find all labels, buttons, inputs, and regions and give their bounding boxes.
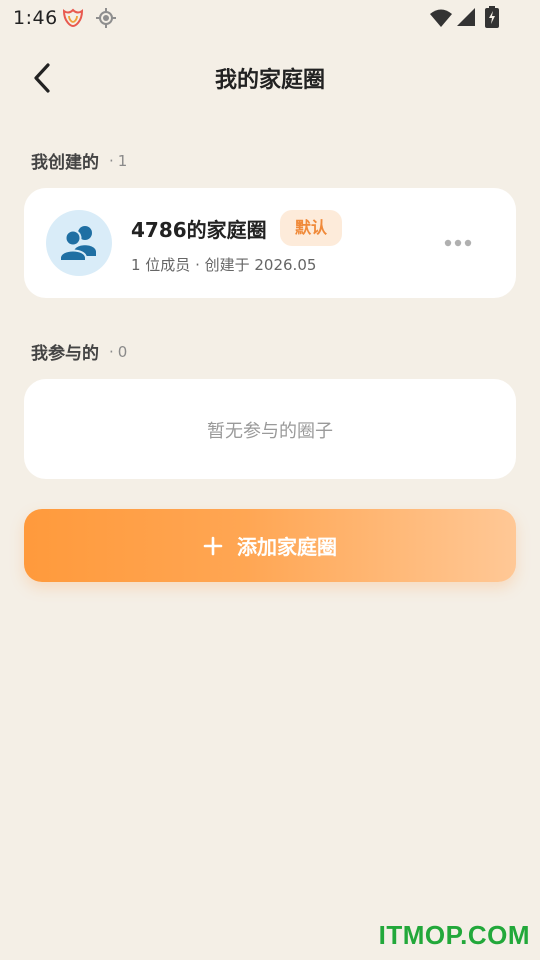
battery-icon <box>485 6 499 28</box>
joined-section-label: 我参与的 <box>31 344 99 364</box>
created-section-label: 我创建的 <box>31 153 99 173</box>
add-button-label: 添加家庭圈 <box>237 535 337 559</box>
joined-count-value: 0 <box>117 343 128 361</box>
app-notification-icon <box>61 8 85 28</box>
created-count-value: 1 <box>117 152 128 170</box>
empty-state-text: 暂无参与的圈子 <box>207 421 333 442</box>
created-section-header: 我创建的 · 1 <box>31 148 127 173</box>
status-bar: 1:46 <box>0 0 540 36</box>
watermark: ITMOP.COM <box>378 920 530 950</box>
family-circle-card[interactable]: 4786的家庭圈 默认 1 位成员 · 创建于 2026.05 <box>24 188 516 298</box>
joined-section-header: 我参与的 · 0 <box>31 339 127 364</box>
created-count-separator: · <box>109 152 114 170</box>
default-badge: 默认 <box>280 210 342 246</box>
joined-count-separator: · <box>109 343 114 361</box>
add-family-circle-button[interactable]: 添加家庭圈 <box>24 509 516 582</box>
family-members-icon <box>59 226 96 262</box>
more-options-button[interactable] <box>440 232 476 254</box>
joined-empty-card: 暂无参与的圈子 <box>24 379 516 479</box>
cell-signal-icon <box>457 8 475 26</box>
status-time: 1:46 <box>13 7 58 29</box>
wifi-icon <box>430 9 452 27</box>
created-section-count: · 1 <box>109 152 127 170</box>
plus-icon <box>203 536 223 555</box>
circle-meta: 1 位成员 · 创建于 2026.05 <box>131 256 317 274</box>
circle-name: 4786的家庭圈 <box>131 218 267 242</box>
location-icon <box>96 8 116 28</box>
add-button-content: 添加家庭圈 <box>24 509 516 582</box>
joined-section-count: · 0 <box>109 343 127 361</box>
page-title: 我的家庭圈 <box>214 68 325 93</box>
avatar <box>46 210 112 276</box>
more-horizontal-icon <box>444 239 472 247</box>
